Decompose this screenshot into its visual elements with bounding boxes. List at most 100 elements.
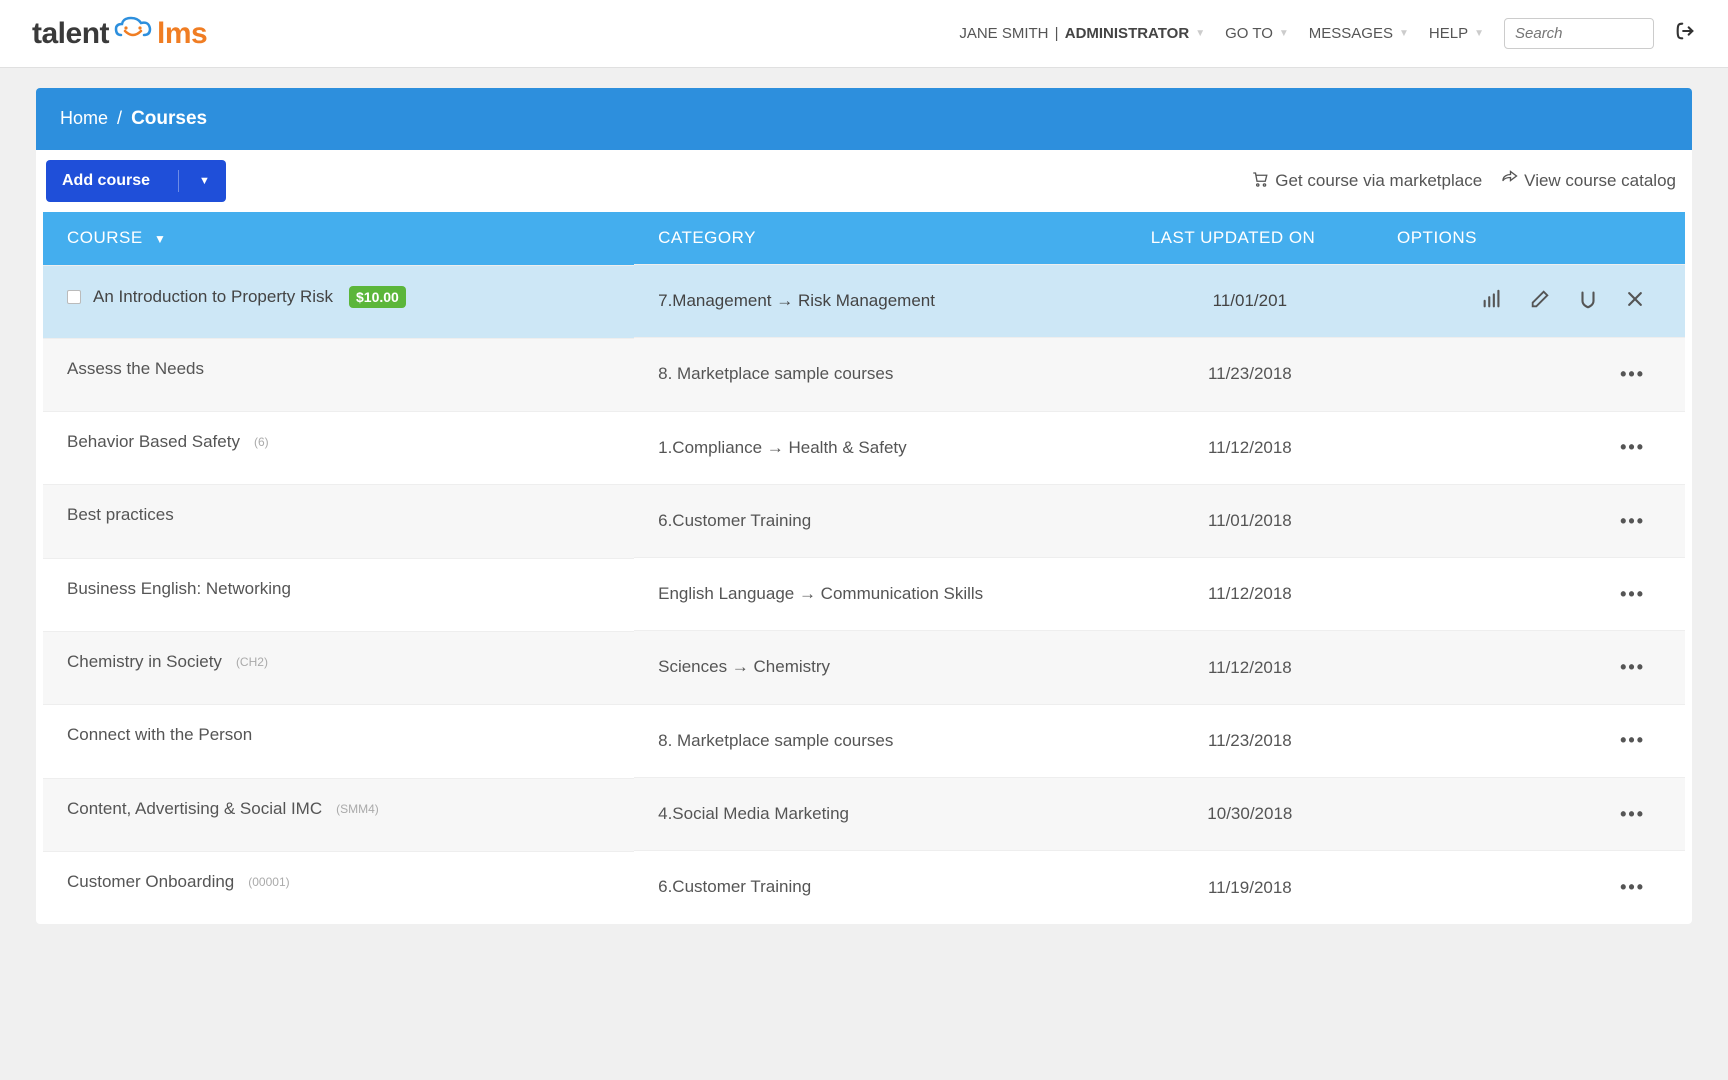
category-cell: 7.Management → Risk Management bbox=[634, 265, 1127, 338]
logo-text-lms: lms bbox=[157, 17, 207, 51]
clone-icon[interactable] bbox=[1577, 288, 1599, 315]
table-row[interactable]: Business English: Networking English Lang… bbox=[43, 558, 1685, 631]
chevron-down-icon: ▼ bbox=[1279, 28, 1289, 39]
cart-icon bbox=[1251, 170, 1269, 193]
top-bar: talent lms JANE SMITH | ADMINISTRATOR ▼ … bbox=[0, 0, 1728, 68]
chevron-down-icon[interactable]: ▼ bbox=[199, 175, 210, 187]
marketplace-label: Get course via marketplace bbox=[1275, 171, 1482, 191]
header-options: OPTIONS bbox=[1373, 212, 1685, 265]
course-name[interactable]: Business English: Networking bbox=[67, 579, 291, 599]
date-cell: 11/12/2018 bbox=[1127, 631, 1373, 704]
sort-desc-icon: ▼ bbox=[154, 232, 166, 246]
courses-panel: Home / Courses Add course ▼ Get co bbox=[36, 88, 1692, 924]
cloud-smile-icon bbox=[111, 15, 155, 53]
catalog-label: View course catalog bbox=[1524, 171, 1676, 191]
search-input[interactable] bbox=[1504, 18, 1654, 49]
table-row[interactable]: Chemistry in Society (CH2) Sciences → Chem… bbox=[43, 631, 1685, 704]
table-row[interactable]: Customer Onboarding(00001)6.Customer Tra… bbox=[43, 851, 1685, 924]
more-options-icon[interactable]: ••• bbox=[1620, 511, 1645, 531]
date-cell: 11/12/2018 bbox=[1127, 411, 1373, 484]
top-nav: JANE SMITH | ADMINISTRATOR ▼ GO TO ▼ MES… bbox=[959, 18, 1696, 49]
page-body: Home / Courses Add course ▼ Get co bbox=[0, 68, 1728, 944]
category-cell: 6.Customer Training bbox=[634, 851, 1127, 924]
course-name[interactable]: Assess the Needs bbox=[67, 359, 204, 379]
category-cell: English Language → Communication Skills bbox=[634, 558, 1127, 631]
more-options-icon[interactable]: ••• bbox=[1620, 584, 1645, 604]
table-row[interactable]: Assess the Needs 8. Marketplace sample co… bbox=[43, 338, 1685, 411]
course-name[interactable]: Chemistry in Society bbox=[67, 652, 222, 672]
header-course[interactable]: COURSE ▼ bbox=[43, 212, 634, 265]
category-cell: 8. Marketplace sample courses bbox=[634, 338, 1127, 411]
user-menu[interactable]: JANE SMITH | ADMINISTRATOR ▼ bbox=[959, 25, 1205, 42]
course-name[interactable]: Best practices bbox=[67, 505, 174, 525]
row-option-icons bbox=[1397, 288, 1645, 315]
button-divider bbox=[178, 170, 179, 192]
header-category[interactable]: CATEGORY bbox=[634, 212, 1127, 265]
more-options-icon[interactable]: ••• bbox=[1620, 657, 1645, 677]
more-options-icon[interactable]: ••• bbox=[1620, 364, 1645, 384]
user-role: ADMINISTRATOR bbox=[1065, 25, 1189, 42]
user-sep: | bbox=[1051, 25, 1063, 42]
options-cell: ••• bbox=[1373, 338, 1685, 411]
category-cell: 1.Compliance → Health & Safety bbox=[634, 411, 1127, 484]
chevron-down-icon: ▼ bbox=[1474, 28, 1484, 39]
chevron-down-icon: ▼ bbox=[1195, 28, 1205, 39]
table-row[interactable]: Behavior Based Safety (6) 1.Compliance → H… bbox=[43, 411, 1685, 484]
course-name[interactable]: Connect with the Person bbox=[67, 725, 252, 745]
course-code: (SMM4) bbox=[336, 802, 379, 816]
options-cell: ••• bbox=[1373, 558, 1685, 631]
course-cell: An Introduction to Property Risk $10.00 bbox=[43, 265, 634, 328]
course-code: (6) bbox=[254, 435, 269, 449]
category-cell: Sciences → Chemistry bbox=[634, 631, 1127, 704]
delete-icon[interactable] bbox=[1625, 289, 1645, 314]
table-row[interactable]: Best practices6.Customer Training11/01/2… bbox=[43, 484, 1685, 557]
add-course-button[interactable]: Add course ▼ bbox=[46, 160, 226, 202]
course-cell: Content, Advertising & Social IMC (SMM4) bbox=[43, 778, 634, 839]
logout-icon[interactable] bbox=[1674, 20, 1696, 47]
course-code: (CH2) bbox=[236, 655, 268, 669]
course-name[interactable]: Behavior Based Safety bbox=[67, 432, 240, 452]
table-row[interactable]: Connect with the Person 8. Marketplace sa… bbox=[43, 704, 1685, 777]
date-cell: 11/23/2018 bbox=[1127, 704, 1373, 777]
date-cell: 11/19/2018 bbox=[1127, 851, 1373, 924]
course-cell: Chemistry in Society (CH2) bbox=[43, 631, 634, 692]
table-row[interactable]: An Introduction to Property Risk $10.00 7.… bbox=[43, 265, 1685, 338]
course-name[interactable]: Content, Advertising & Social IMC bbox=[67, 799, 322, 819]
marketplace-link[interactable]: Get course via marketplace bbox=[1251, 170, 1482, 193]
course-cell: Customer Onboarding(00001) bbox=[43, 851, 634, 912]
options-cell: ••• bbox=[1373, 778, 1685, 851]
row-checkbox[interactable] bbox=[67, 290, 81, 304]
course-cell: Assess the Needs bbox=[43, 338, 634, 399]
more-options-icon[interactable]: ••• bbox=[1620, 730, 1645, 750]
catalog-link[interactable]: View course catalog bbox=[1500, 170, 1676, 193]
options-cell: ••• bbox=[1373, 631, 1685, 704]
table-header-row: COURSE ▼ CATEGORY LAST UPDATED ON OPTION… bbox=[43, 212, 1685, 265]
price-badge: $10.00 bbox=[349, 286, 406, 308]
header-updated[interactable]: LAST UPDATED ON bbox=[1127, 212, 1373, 265]
options-cell: ••• bbox=[1373, 484, 1685, 557]
breadcrumb-home[interactable]: Home bbox=[60, 108, 108, 128]
date-cell: 11/12/2018 bbox=[1127, 558, 1373, 631]
logo[interactable]: talent lms bbox=[32, 15, 207, 53]
course-name[interactable]: Customer Onboarding bbox=[67, 872, 234, 892]
edit-icon[interactable] bbox=[1529, 288, 1551, 315]
course-name[interactable]: An Introduction to Property Risk bbox=[93, 287, 333, 307]
course-cell: Business English: Networking bbox=[43, 558, 634, 619]
nav-help[interactable]: HELP ▼ bbox=[1429, 25, 1484, 42]
table-row[interactable]: Content, Advertising & Social IMC(SMM4)4… bbox=[43, 778, 1685, 851]
nav-messages[interactable]: MESSAGES ▼ bbox=[1309, 25, 1409, 42]
more-options-icon[interactable]: ••• bbox=[1620, 877, 1645, 897]
options-cell: ••• bbox=[1373, 704, 1685, 777]
date-cell: 11/01/2018 bbox=[1127, 484, 1373, 557]
category-cell: 8. Marketplace sample courses bbox=[634, 704, 1127, 777]
more-options-icon[interactable]: ••• bbox=[1620, 804, 1645, 824]
courses-table: COURSE ▼ CATEGORY LAST UPDATED ON OPTION… bbox=[43, 212, 1685, 924]
course-cell: Connect with the Person bbox=[43, 704, 634, 765]
options-cell: ••• bbox=[1373, 851, 1685, 924]
course-cell: Best practices bbox=[43, 484, 634, 545]
share-arrow-icon bbox=[1500, 170, 1518, 193]
nav-goto[interactable]: GO TO ▼ bbox=[1225, 25, 1289, 42]
date-cell: 11/23/2018 bbox=[1127, 338, 1373, 411]
more-options-icon[interactable]: ••• bbox=[1620, 437, 1645, 457]
reports-icon[interactable] bbox=[1481, 288, 1503, 315]
